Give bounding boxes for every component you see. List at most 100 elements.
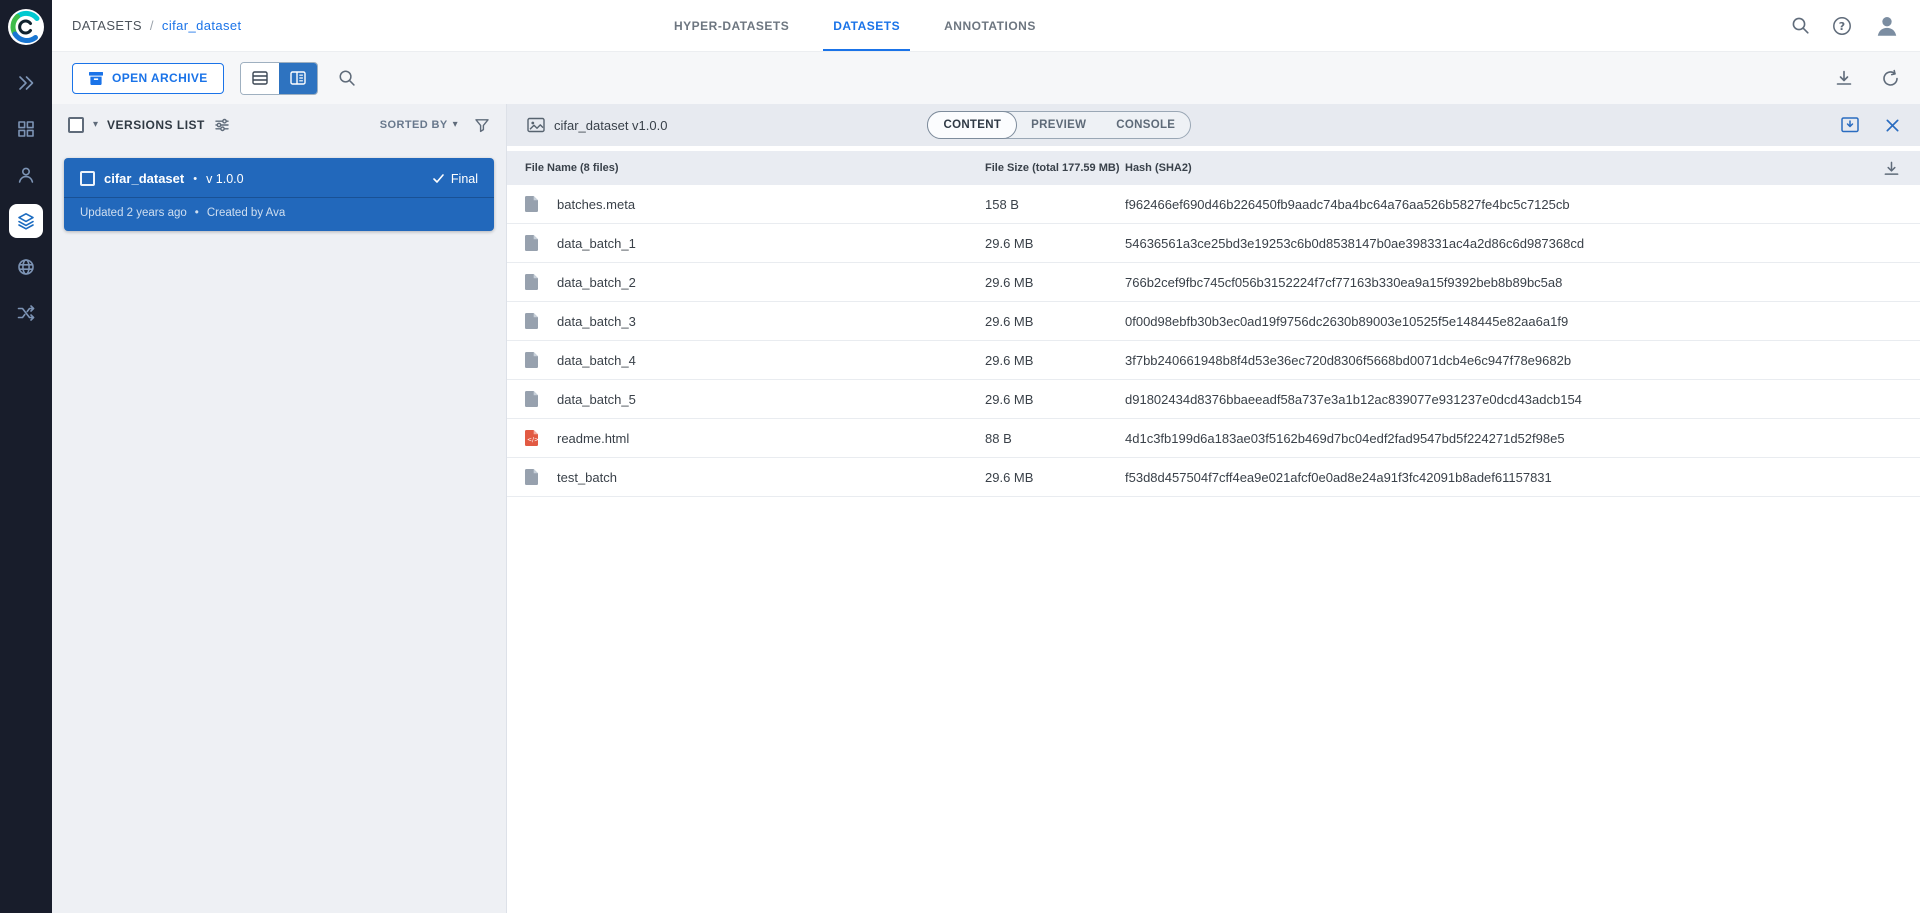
sorted-by-dropdown[interactable]: SORTED BY ▾ [380,119,458,131]
tab-annotations[interactable]: ANNOTATIONS [922,0,1058,51]
sidebar-item-workers[interactable] [0,152,52,198]
close-panel-icon[interactable] [1885,118,1900,133]
table-row[interactable]: batches.meta 158 B f962466ef690d46b22645… [507,185,1920,224]
main-column: DATASETS / cifar_dataset HYPER-DATASETS … [52,0,1920,913]
svg-text:?: ? [1839,20,1845,33]
version-card[interactable]: cifar_dataset • v 1.0.0 Final Updated 2 … [64,158,494,231]
filter-icon[interactable] [474,117,490,133]
active-nav-chip [9,204,43,238]
versions-panel-header-right: SORTED BY ▾ [380,117,490,133]
file-hash: 766b2cef9fbc745cf056b3152224f7cf77163b33… [1125,275,1900,290]
tab-console[interactable]: CONSOLE [1101,111,1190,139]
file-icon [525,391,557,407]
file-name: test_batch [557,470,985,485]
sorted-by-caret-icon: ▾ [453,120,458,130]
open-archive-button[interactable]: OPEN ARCHIVE [72,63,224,94]
dataset-version-icon [527,116,545,134]
file-name: batches.meta [557,197,985,212]
breadcrumb-current[interactable]: cifar_dataset [162,18,242,33]
file-hash: 54636561a3ce25bd3e19253c6b0d8538147b0ae3… [1125,236,1900,251]
view-toggle-group [240,62,318,95]
pipelines-icon [16,303,36,323]
clearml-logo[interactable] [7,8,45,46]
file-icon [525,469,557,485]
dataset-toolbar: OPEN ARCHIVE [52,52,1920,104]
file-size: 29.6 MB [985,314,1125,329]
app-root: DATASETS / cifar_dataset HYPER-DATASETS … [0,0,1920,913]
file-icon [525,235,557,251]
check-icon [432,172,445,185]
table-row[interactable]: data_batch_4 29.6 MB 3f7bb240661948b8f4d… [507,341,1920,380]
content-split: ▾ VERSIONS LIST SORTED BY ▾ [52,104,1920,913]
tab-content[interactable]: CONTENT [927,111,1017,139]
file-hash: d91802434d8376bbaeeadf58a737e3a1b12ac839… [1125,392,1900,407]
search-icon[interactable] [1791,16,1810,35]
sidebar-item-pipelines[interactable] [0,290,52,336]
file-name: data_batch_4 [557,353,985,368]
topbar-actions: ? [1791,13,1900,39]
detail-panel-header: cifar_dataset v1.0.0 CONTENT PREVIEW CON… [507,104,1920,146]
file-size: 29.6 MB [985,392,1125,407]
file-size: 88 B [985,431,1125,446]
version-bullet: • [193,173,197,185]
file-hash: f962466ef690d46b226450fb9aadc74ba4bc64a7… [1125,197,1900,212]
versions-search-icon[interactable] [338,69,356,87]
version-name: cifar_dataset [104,171,184,186]
top-bar: DATASETS / cifar_dataset HYPER-DATASETS … [52,0,1920,52]
grid-icon [16,119,36,139]
table-row[interactable]: </> readme.html 88 B 4d1c3fb199d6a183ae0… [507,419,1920,458]
auto-refresh-icon[interactable] [1881,69,1900,88]
column-file-size: File Size (total 177.59 MB) [985,162,1125,174]
sidebar-item-reports[interactable] [0,244,52,290]
version-checkbox[interactable] [80,171,95,186]
download-icon[interactable] [1835,69,1853,87]
file-table-header: File Name (8 files) File Size (total 177… [507,151,1920,185]
version-updated: Updated 2 years ago [80,207,187,219]
user-avatar[interactable] [1874,13,1900,39]
sorted-by-label: SORTED BY [380,119,448,131]
person-icon [16,165,36,185]
toolbar-right-actions [1835,69,1900,88]
breadcrumb: DATASETS / cifar_dataset [72,18,242,33]
layers-icon [16,211,36,231]
column-hash: Hash (SHA2) [1125,162,1860,174]
file-hash: 0f00d98ebfb30b3ec0ad19f9756dc2630b89003e… [1125,314,1900,329]
versions-list-title: VERSIONS LIST [107,118,205,132]
table-row[interactable]: data_batch_3 29.6 MB 0f00d98ebfb30b3ec0a… [507,302,1920,341]
help-icon[interactable]: ? [1832,16,1852,36]
file-size: 29.6 MB [985,353,1125,368]
select-all-caret-icon[interactable]: ▾ [93,120,98,130]
table-view-toggle[interactable] [241,63,279,94]
tune-icon[interactable] [214,117,230,133]
sidebar-item-projects[interactable] [0,60,52,106]
svg-text:</>: </> [527,437,539,444]
tab-hyper-datasets[interactable]: HYPER-DATASETS [652,0,811,51]
table-view-icon [252,70,268,86]
tab-datasets[interactable]: DATASETS [811,0,922,51]
tab-preview[interactable]: PREVIEW [1016,111,1101,139]
column-file-name: File Name (8 files) [525,162,985,174]
file-name: data_batch_2 [557,275,985,290]
file-name: data_batch_3 [557,314,985,329]
split-view-toggle[interactable] [279,63,317,94]
table-row[interactable]: data_batch_1 29.6 MB 54636561a3ce25bd3e1… [507,224,1920,263]
table-row[interactable]: data_batch_5 29.6 MB d91802434d8376bbaee… [507,380,1920,419]
sidebar-item-datasets[interactable] [0,198,52,244]
file-icon [525,196,557,212]
version-meta-separator: • [195,207,199,219]
select-all-checkbox[interactable] [68,117,84,133]
version-detail-panel: cifar_dataset v1.0.0 CONTENT PREVIEW CON… [507,104,1920,913]
sidebar-item-hyper-datasets[interactable] [0,106,52,152]
table-row[interactable]: test_batch 29.6 MB f53d8d457504f7cff4ea9… [507,458,1920,497]
expand-panel-icon[interactable] [1841,117,1859,133]
breadcrumb-root[interactable]: DATASETS [72,18,142,33]
file-size: 29.6 MB [985,275,1125,290]
version-card-meta: Updated 2 years ago • Created by Ava [64,197,494,231]
versions-panel-header: ▾ VERSIONS LIST SORTED BY ▾ [52,104,506,146]
file-name: data_batch_5 [557,392,985,407]
file-icon [525,313,557,329]
table-row[interactable]: data_batch_2 29.6 MB 766b2cef9fbc745cf05… [507,263,1920,302]
download-files-icon[interactable] [1883,160,1900,177]
detail-tabs: CONTENT PREVIEW CONSOLE [927,111,1191,139]
file-icon [525,352,557,368]
